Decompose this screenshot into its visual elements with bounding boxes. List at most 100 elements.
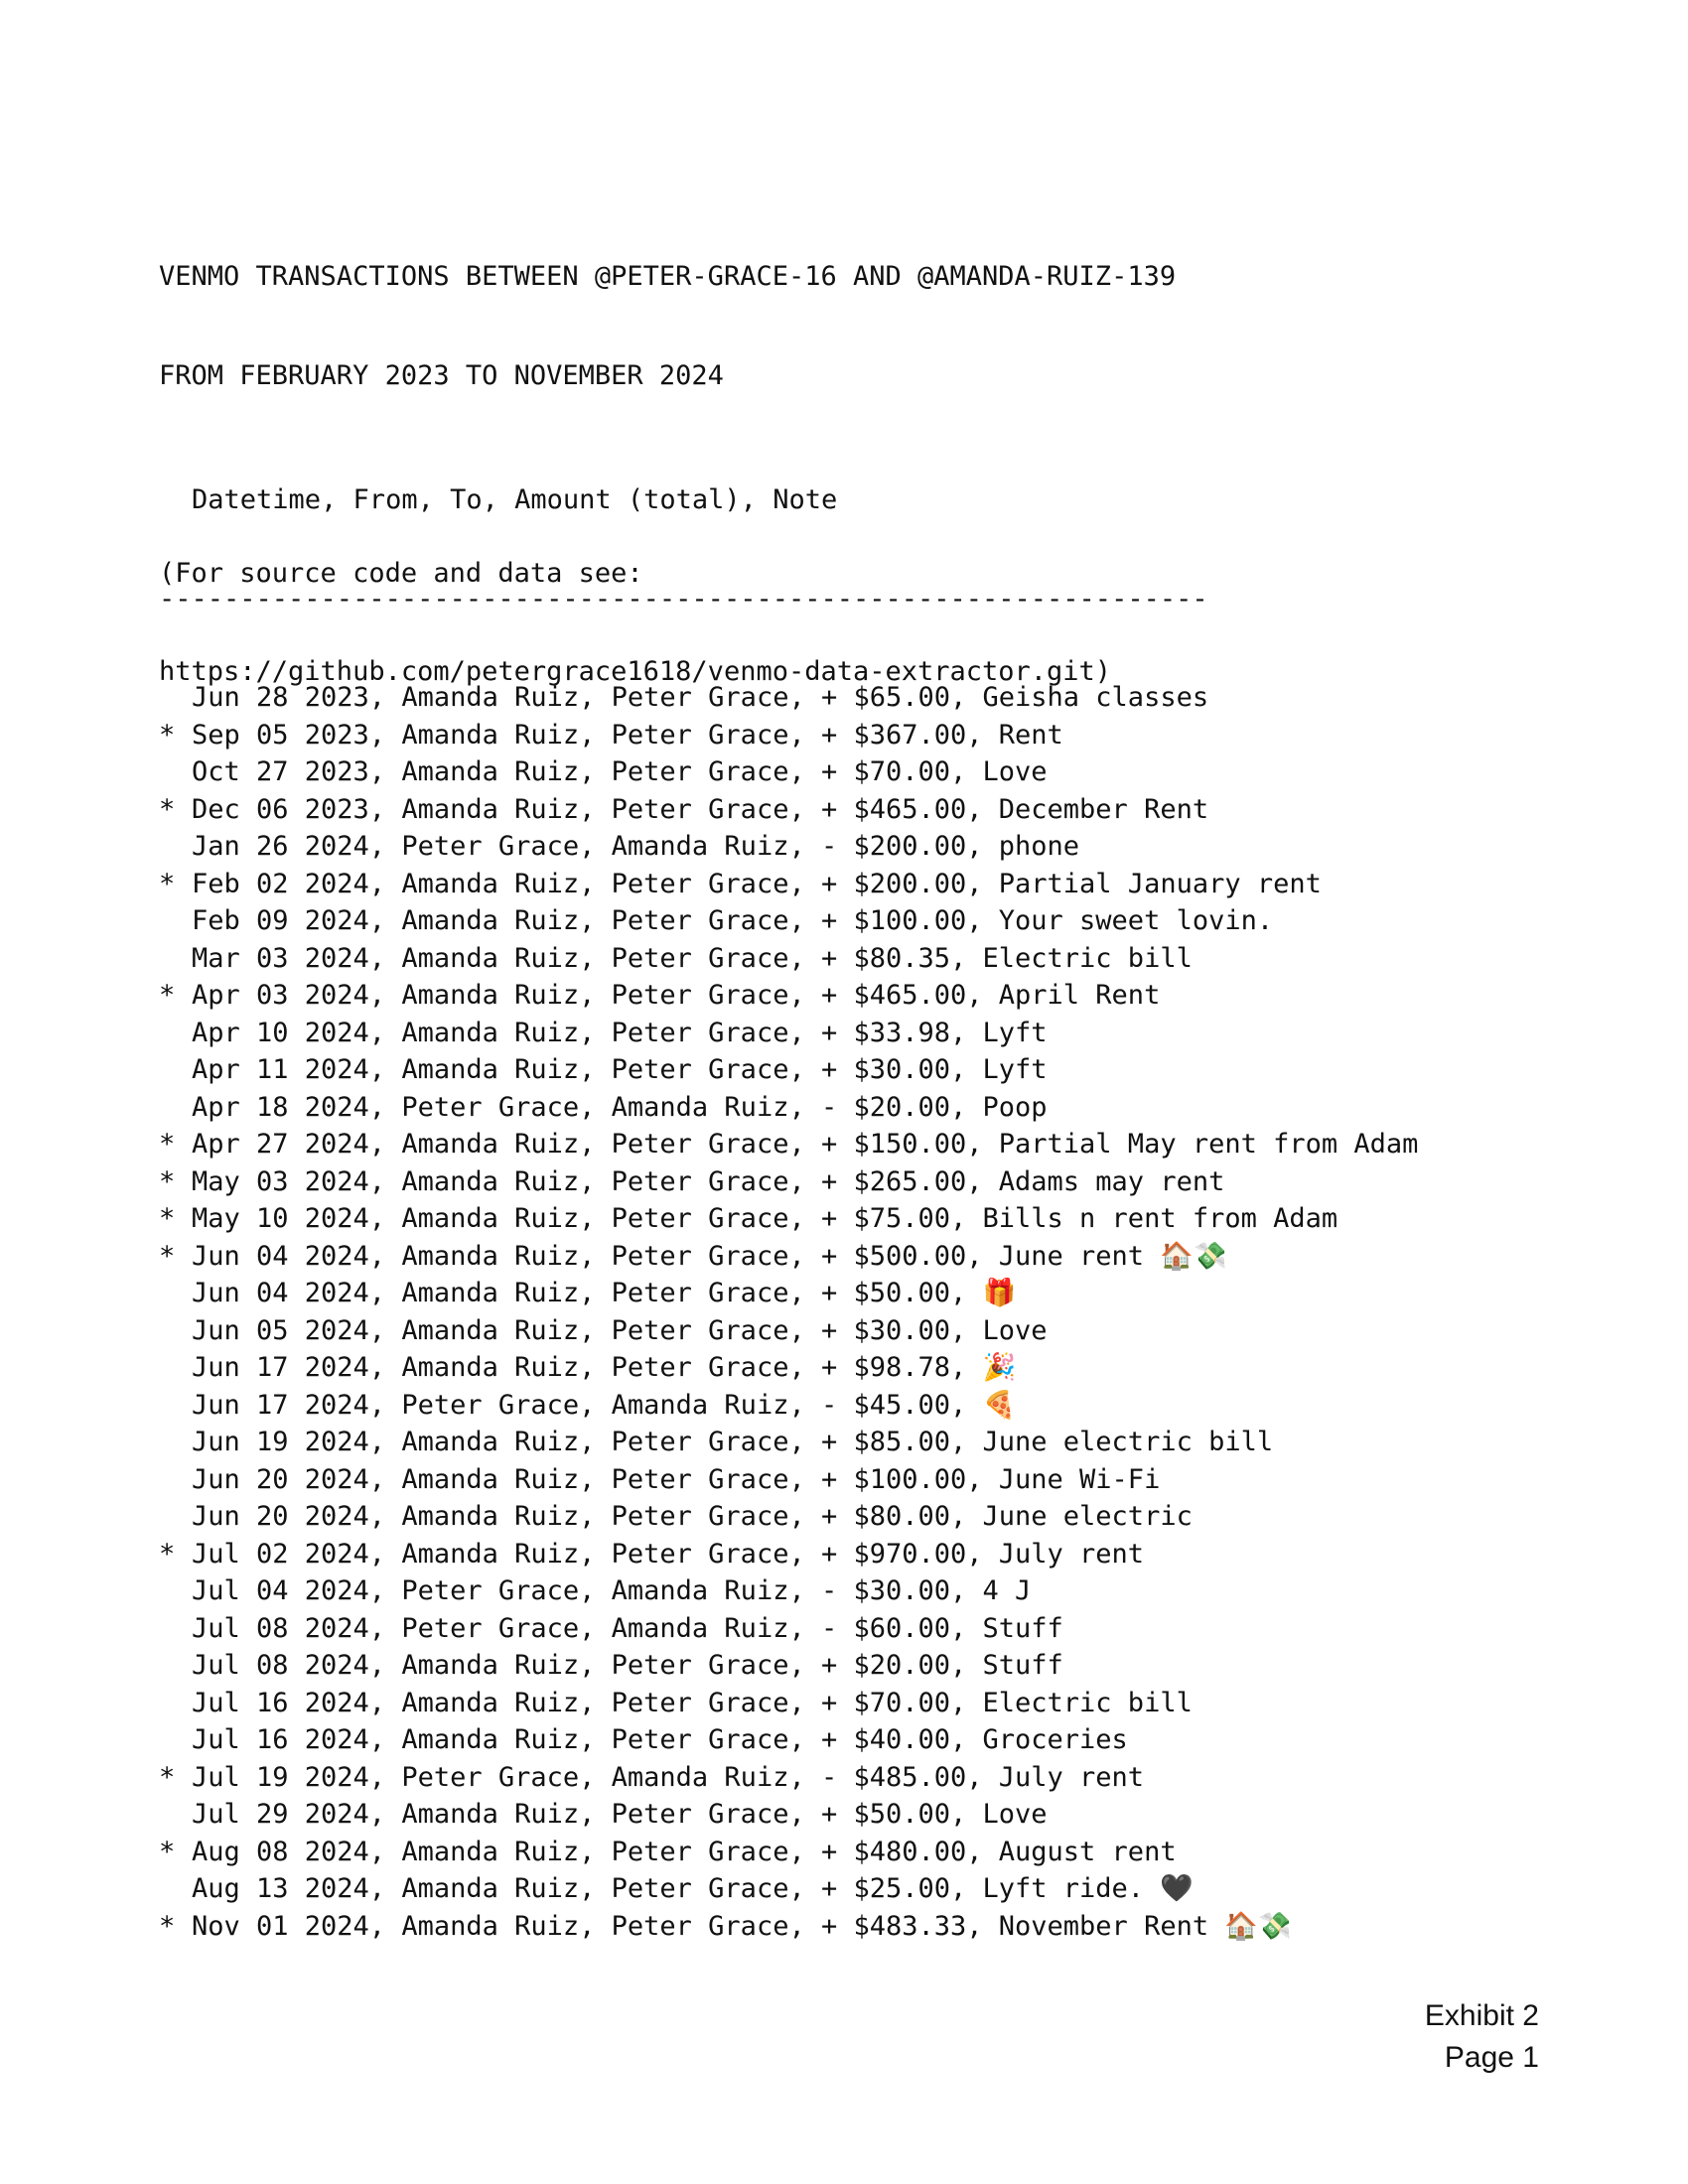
transaction-text: Jun 28 2023, Amanda Ruiz, Peter Grace, +… (192, 682, 1209, 713)
column-headers: Datetime, From, To, Amount (total), Note (192, 484, 838, 515)
transaction-text: Nov 01 2024, Amanda Ruiz, Peter Grace, +… (192, 1910, 1292, 1942)
transaction-row: * Aug 08 2024, Amanda Ruiz, Peter Grace, … (159, 1834, 1418, 1871)
transaction-row: Jul 08 2024, Amanda Ruiz, Peter Grace, +… (159, 1647, 1418, 1685)
transaction-row: * May 10 2024, Amanda Ruiz, Peter Grace, … (159, 1200, 1418, 1238)
exhibit-label: Exhibit 2 (1424, 1999, 1539, 2032)
transaction-text: May 10 2024, Amanda Ruiz, Peter Grace, +… (192, 1203, 1338, 1234)
transaction-text: Jul 16 2024, Amanda Ruiz, Peter Grace, +… (192, 1724, 1128, 1755)
transaction-row: Jan 26 2024, Peter Grace, Amanda Ruiz, -… (159, 828, 1418, 866)
transaction-row: * Feb 02 2024, Amanda Ruiz, Peter Grace, … (159, 866, 1418, 903)
transaction-row: Apr 18 2024, Peter Grace, Amanda Ruiz, -… (159, 1089, 1418, 1127)
rent-marker (159, 1089, 192, 1127)
transaction-row: * Nov 01 2024, Amanda Ruiz, Peter Grace, … (159, 1908, 1418, 1946)
transaction-row: Jun 20 2024, Amanda Ruiz, Peter Grace, +… (159, 1461, 1418, 1499)
transaction-text: Dec 06 2023, Amanda Ruiz, Peter Grace, +… (192, 793, 1209, 825)
rent-marker (159, 1685, 192, 1722)
transaction-row: Oct 27 2023, Amanda Ruiz, Peter Grace, +… (159, 753, 1418, 791)
rent-marker (159, 1312, 192, 1350)
transaction-text: Jul 16 2024, Amanda Ruiz, Peter Grace, +… (192, 1687, 1193, 1718)
transaction-text: Sep 05 2023, Amanda Ruiz, Peter Grace, +… (192, 719, 1063, 751)
row-marker (159, 481, 192, 519)
rent-marker: * (159, 1538, 176, 1570)
rent-marker: * (159, 980, 176, 1011)
transaction-text: Jun 19 2024, Amanda Ruiz, Peter Grace, +… (192, 1427, 1274, 1457)
rent-marker (159, 1349, 192, 1387)
rent-marker (159, 1796, 192, 1834)
transaction-row: Jun 28 2023, Amanda Ruiz, Peter Grace, +… (159, 679, 1418, 717)
transaction-row: * Jul 19 2024, Peter Grace, Amanda Ruiz, … (159, 1759, 1418, 1797)
rent-marker (159, 1275, 192, 1312)
transaction-text: Jun 05 2024, Amanda Ruiz, Peter Grace, +… (192, 1314, 1048, 1346)
transaction-text: Apr 11 2024, Amanda Ruiz, Peter Grace, +… (192, 1054, 1048, 1085)
rent-marker: * (159, 793, 176, 825)
transaction-text: Apr 10 2024, Amanda Ruiz, Peter Grace, +… (192, 1017, 1048, 1048)
transaction-text: Apr 03 2024, Amanda Ruiz, Peter Grace, +… (192, 980, 1161, 1011)
document-date-range: FROM FEBRUARY 2023 TO NOVEMBER 2024 (159, 359, 724, 391)
transaction-text: Feb 02 2024, Amanda Ruiz, Peter Grace, +… (192, 868, 1322, 899)
transaction-text: Jul 08 2024, Peter Grace, Amanda Ruiz, -… (192, 1612, 1063, 1644)
rent-marker (159, 1387, 192, 1425)
table-header-row: Datetime, From, To, Amount (total), Note (159, 481, 1418, 519)
transaction-row: Apr 11 2024, Amanda Ruiz, Peter Grace, +… (159, 1051, 1418, 1089)
rent-marker (159, 1610, 192, 1648)
transaction-text: Jun 04 2024, Amanda Ruiz, Peter Grace, +… (192, 1240, 1227, 1272)
transaction-row: Jul 29 2024, Amanda Ruiz, Peter Grace, +… (159, 1796, 1418, 1834)
transaction-row: Apr 10 2024, Amanda Ruiz, Peter Grace, +… (159, 1015, 1418, 1052)
rent-marker (159, 828, 192, 866)
transaction-text: Jan 26 2024, Peter Grace, Amanda Ruiz, -… (192, 831, 1080, 862)
transaction-row: Jul 16 2024, Amanda Ruiz, Peter Grace, +… (159, 1721, 1418, 1759)
transaction-rows: Jun 28 2023, Amanda Ruiz, Peter Grace, +… (159, 679, 1418, 1945)
rent-marker (159, 1721, 192, 1759)
transaction-text: Jul 19 2024, Peter Grace, Amanda Ruiz, -… (192, 1761, 1145, 1793)
transaction-text: Jun 04 2024, Amanda Ruiz, Peter Grace, +… (192, 1278, 1017, 1308)
rent-marker (159, 1498, 192, 1536)
transaction-row: * Jul 02 2024, Amanda Ruiz, Peter Grace, … (159, 1536, 1418, 1573)
transaction-row: Jun 05 2024, Amanda Ruiz, Peter Grace, +… (159, 1312, 1418, 1350)
rent-marker (159, 1572, 192, 1610)
rent-marker (159, 1461, 192, 1499)
transaction-row: * Dec 06 2023, Amanda Ruiz, Peter Grace, … (159, 791, 1418, 829)
transaction-text: Apr 27 2024, Amanda Ruiz, Peter Grace, +… (192, 1129, 1419, 1160)
rent-marker (159, 679, 192, 717)
transaction-row: Jul 08 2024, Peter Grace, Amanda Ruiz, -… (159, 1610, 1418, 1648)
transaction-row: * May 03 2024, Amanda Ruiz, Peter Grace, … (159, 1163, 1418, 1201)
transaction-text: Jul 04 2024, Peter Grace, Amanda Ruiz, -… (192, 1575, 1032, 1606)
transaction-row: * Apr 03 2024, Amanda Ruiz, Peter Grace, … (159, 977, 1418, 1015)
transaction-row: Jul 04 2024, Peter Grace, Amanda Ruiz, -… (159, 1572, 1418, 1610)
transaction-text: May 03 2024, Amanda Ruiz, Peter Grace, +… (192, 1165, 1225, 1197)
page-number: Page 1 (1444, 2041, 1539, 2074)
transaction-text: Jun 20 2024, Amanda Ruiz, Peter Grace, +… (192, 1463, 1161, 1495)
transaction-row: * Sep 05 2023, Amanda Ruiz, Peter Grace, … (159, 717, 1418, 754)
transaction-text: Feb 09 2024, Amanda Ruiz, Peter Grace, +… (192, 905, 1274, 936)
rent-marker (159, 902, 192, 940)
rent-marker (159, 1647, 192, 1685)
transaction-row: Jun 17 2024, Peter Grace, Amanda Ruiz, -… (159, 1387, 1418, 1425)
rent-marker (159, 1015, 192, 1052)
rent-marker: * (159, 1240, 176, 1272)
transaction-text: Jun 20 2024, Amanda Ruiz, Peter Grace, +… (192, 1501, 1193, 1532)
transaction-text: Oct 27 2023, Amanda Ruiz, Peter Grace, +… (192, 756, 1048, 787)
document-title: VENMO TRANSACTIONS BETWEEN @PETER-GRACE-… (159, 261, 1177, 292)
rent-marker (159, 1424, 192, 1461)
transaction-row: Jun 20 2024, Amanda Ruiz, Peter Grace, +… (159, 1498, 1418, 1536)
rent-marker (159, 1051, 192, 1089)
transaction-row: Jul 16 2024, Amanda Ruiz, Peter Grace, +… (159, 1685, 1418, 1722)
rent-marker (159, 940, 192, 978)
transaction-row: Feb 09 2024, Amanda Ruiz, Peter Grace, +… (159, 902, 1418, 940)
rent-marker: * (159, 1129, 176, 1160)
transaction-text: Apr 18 2024, Peter Grace, Amanda Ruiz, -… (192, 1091, 1048, 1123)
table-separator: ----------------------------------------… (159, 583, 1208, 614)
transaction-row: Aug 13 2024, Amanda Ruiz, Peter Grace, +… (159, 1870, 1418, 1908)
transaction-row: Jun 17 2024, Amanda Ruiz, Peter Grace, +… (159, 1349, 1418, 1387)
transaction-text: Jul 02 2024, Amanda Ruiz, Peter Grace, +… (192, 1538, 1145, 1570)
transaction-text: Aug 13 2024, Amanda Ruiz, Peter Grace, +… (192, 1873, 1194, 1904)
rent-marker (159, 1870, 192, 1908)
rent-marker: * (159, 1836, 176, 1867)
transactions-table: Datetime, From, To, Amount (total), Note… (159, 420, 1418, 1976)
transaction-text: Jul 08 2024, Amanda Ruiz, Peter Grace, +… (192, 1650, 1063, 1681)
transaction-row: Mar 03 2024, Amanda Ruiz, Peter Grace, +… (159, 940, 1418, 978)
rent-marker: * (159, 1761, 176, 1793)
rent-marker: * (159, 1203, 176, 1234)
transaction-text: Mar 03 2024, Amanda Ruiz, Peter Grace, +… (192, 942, 1193, 974)
transaction-text: Jun 17 2024, Amanda Ruiz, Peter Grace, +… (192, 1352, 1017, 1383)
